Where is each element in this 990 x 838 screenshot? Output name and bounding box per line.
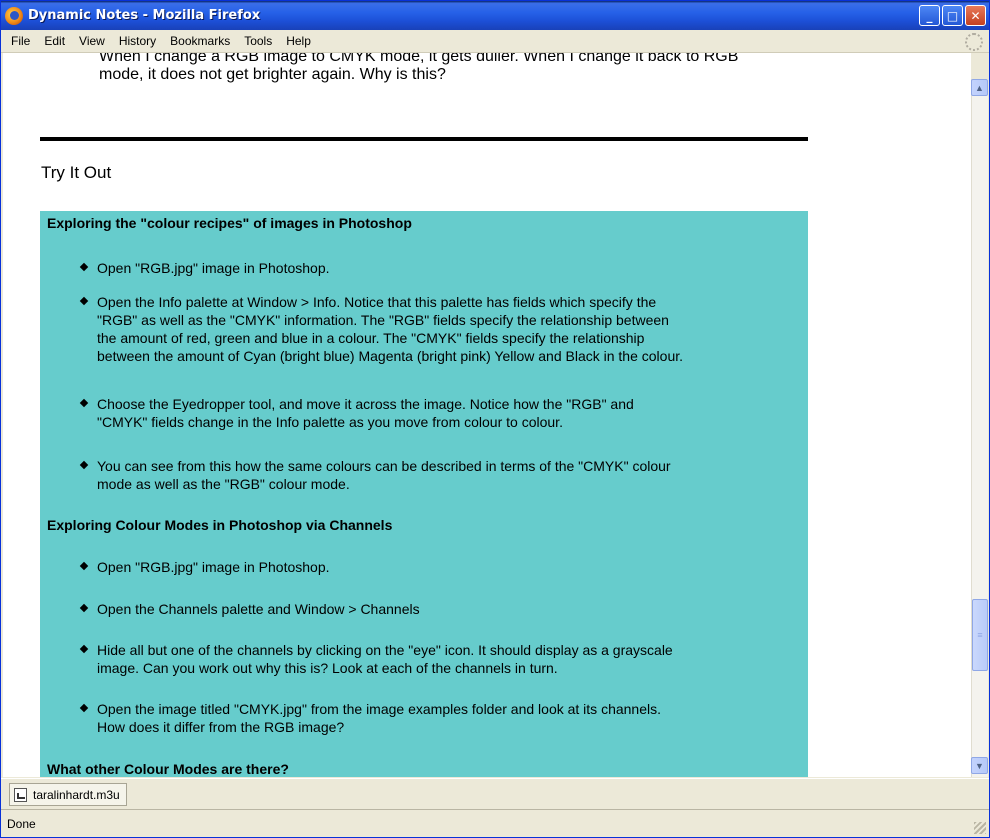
list-item: Open "RGB.jpg" image in Photoshop.	[79, 259, 807, 277]
bullet-icon	[79, 603, 89, 613]
menu-bar: File Edit View History Bookmarks Tools H…	[1, 30, 989, 53]
prev-bullet-line2: mode, it does not get brighter again. Wh…	[99, 66, 446, 83]
section-title-colour-modes: Exploring Colour Modes in Photoshop via …	[47, 517, 393, 533]
bullet-icon	[79, 262, 89, 272]
minimize-button[interactable]: _	[919, 5, 940, 26]
previous-list-item: When I change a RGB image to CMYK mode, …	[99, 53, 839, 84]
list-item: Open "RGB.jpg" image in Photoshop.	[79, 558, 807, 576]
list-item: Open the image titled "CMYK.jpg" from th…	[79, 700, 807, 736]
page-viewport[interactable]: When I change a RGB image to CMYK mode, …	[3, 53, 971, 777]
resize-grip-icon[interactable]	[974, 822, 986, 834]
status-text: Done	[7, 816, 36, 831]
menu-history[interactable]: History	[112, 34, 163, 48]
scrollbar-thumb[interactable]: ≡	[972, 599, 988, 671]
list-item: You can see from this how the same colou…	[79, 457, 807, 493]
menu-view[interactable]: View	[72, 34, 112, 48]
bullet-icon	[79, 644, 89, 654]
list-item: Open the Channels palette and Window > C…	[79, 600, 807, 618]
scroll-down-button[interactable]: ▼	[971, 757, 988, 774]
list-item: Choose the Eyedropper tool, and move it …	[79, 395, 807, 431]
bullet-icon	[79, 398, 89, 408]
section-title-other-modes: What other Colour Modes are there?	[47, 761, 289, 777]
download-tab-label: taralinhardt.m3u	[33, 787, 120, 802]
menu-bookmarks[interactable]: Bookmarks	[163, 34, 237, 48]
horizontal-rule	[40, 137, 808, 141]
download-bar: taralinhardt.m3u	[1, 778, 989, 809]
menu-tools[interactable]: Tools	[237, 34, 279, 48]
close-button[interactable]: ✕	[965, 5, 986, 26]
bullet-icon	[79, 460, 89, 470]
menu-edit[interactable]: Edit	[37, 34, 72, 48]
window-title: Dynamic Notes - Mozilla Firefox	[28, 8, 261, 23]
vertical-scrollbar[interactable]	[971, 79, 988, 777]
list-item: Hide all but one of the channels by clic…	[79, 641, 807, 677]
list-item: Open the Info palette at Window > Info. …	[79, 293, 807, 365]
menu-help[interactable]: Help	[279, 34, 318, 48]
prev-bullet-line1: When I change a RGB image to CMYK mode, …	[99, 53, 739, 65]
bullet-icon	[79, 296, 89, 306]
throbber-icon	[965, 33, 983, 51]
maximize-button[interactable]: □	[942, 5, 963, 26]
menu-file[interactable]: File	[4, 34, 37, 48]
title-bar[interactable]: Dynamic Notes - Mozilla Firefox _ □ ✕	[1, 1, 989, 30]
bullet-icon	[79, 561, 89, 571]
try-it-out-panel: Exploring the "colour recipes" of images…	[40, 211, 808, 777]
download-tab[interactable]: taralinhardt.m3u	[9, 783, 127, 806]
section-heading: Try It Out	[41, 163, 112, 182]
file-icon	[14, 787, 27, 802]
status-bar: Done	[1, 809, 989, 837]
bullet-icon	[79, 703, 89, 713]
section-title-colour-recipes: Exploring the "colour recipes" of images…	[47, 215, 412, 231]
window-controls: _ □ ✕	[919, 5, 986, 26]
browser-window: Dynamic Notes - Mozilla Firefox _ □ ✕ Fi…	[0, 0, 990, 838]
scroll-up-button[interactable]: ▲	[971, 79, 988, 96]
firefox-icon	[5, 6, 23, 25]
